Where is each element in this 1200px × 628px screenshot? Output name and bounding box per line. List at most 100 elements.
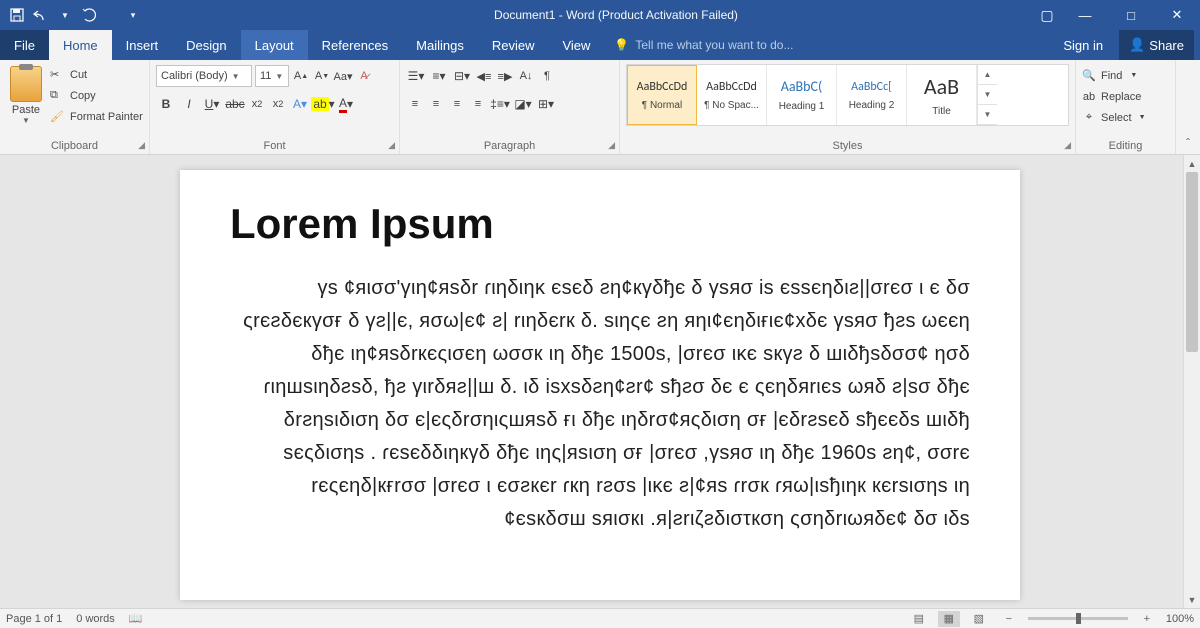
style-heading1[interactable]: AaBbC(Heading 1 — [767, 65, 837, 125]
scroll-thumb[interactable] — [1186, 172, 1198, 352]
brush-icon: 🖌 — [50, 110, 65, 124]
vertical-scrollbar[interactable]: ▲ ▼ — [1183, 155, 1200, 608]
dialog-launcher-icon[interactable]: ◢ — [388, 140, 395, 151]
strikethrough-button[interactable]: abc — [225, 93, 245, 115]
document-title[interactable]: Lorem Ipsum — [230, 200, 970, 248]
down-arrow-icon[interactable]: ▼ — [978, 85, 997, 105]
style-title[interactable]: AaBTitle — [907, 65, 977, 125]
style-heading2[interactable]: AaBbCc[Heading 2 — [837, 65, 907, 125]
more-icon[interactable]: ▼ — [978, 105, 997, 125]
web-layout-button[interactable]: ▧ — [968, 611, 990, 627]
multilevel-list-button[interactable]: ⊟▾ — [452, 65, 472, 87]
print-layout-button[interactable]: ▦ — [938, 611, 960, 627]
tell-me-search[interactable]: 💡 Tell me what you want to do... — [604, 30, 1053, 60]
tab-view[interactable]: View — [548, 30, 604, 60]
font-name-combo[interactable]: Calibri (Body)▼ — [156, 65, 252, 87]
qat-customize-icon[interactable]: ▾ — [124, 6, 142, 24]
undo-dropdown-icon[interactable]: ▼ — [56, 6, 74, 24]
shrink-font-button[interactable]: A▼ — [313, 65, 331, 87]
paste-dropdown-icon[interactable]: ▼ — [6, 116, 46, 125]
highlight-button[interactable]: ab▾ — [313, 93, 333, 115]
share-button[interactable]: 👤 Share — [1119, 30, 1194, 60]
tab-review[interactable]: Review — [478, 30, 549, 60]
slider-handle[interactable] — [1076, 613, 1081, 624]
replace-icon: ab — [1082, 91, 1096, 103]
tab-file[interactable]: File — [0, 30, 49, 60]
minimize-button[interactable]: — — [1062, 0, 1108, 30]
justify-button[interactable]: ≡ — [469, 93, 487, 115]
zoom-level[interactable]: 100% — [1166, 613, 1194, 625]
clear-formatting-button[interactable]: A̷ — [355, 65, 373, 87]
font-size-combo[interactable]: 11▼ — [255, 65, 289, 87]
replace-button[interactable]: abReplace — [1082, 87, 1169, 106]
undo-icon[interactable] — [32, 6, 50, 24]
group-clipboard: Paste ▼ ✂Cut ⧉Copy 🖌Format Painter Clipb… — [0, 60, 150, 154]
tab-layout[interactable]: Layout — [241, 30, 308, 60]
find-label: Find — [1101, 70, 1122, 82]
subscript-button[interactable]: x2 — [248, 93, 266, 115]
zoom-in-button[interactable]: + — [1136, 611, 1158, 627]
change-case-button[interactable]: Aa▾ — [334, 65, 352, 87]
chevron-down-icon: ▼ — [232, 72, 240, 81]
signin-button[interactable]: Sign in — [1053, 38, 1113, 53]
copy-button[interactable]: ⧉Copy — [50, 87, 143, 105]
text-effects-button[interactable]: A▾ — [290, 93, 310, 115]
collapse-ribbon-button[interactable]: ˆ — [1176, 60, 1200, 154]
show-marks-button[interactable]: ¶ — [538, 65, 556, 87]
tab-home[interactable]: Home — [49, 30, 112, 60]
font-color-button[interactable]: A▾ — [336, 93, 356, 115]
increase-indent-button[interactable]: ≡▶ — [496, 65, 514, 87]
read-mode-button[interactable]: ▤ — [908, 611, 930, 627]
maximize-button[interactable]: □ — [1108, 0, 1154, 30]
scroll-up-icon[interactable]: ▲ — [1184, 155, 1200, 172]
save-icon[interactable] — [8, 6, 26, 24]
close-button[interactable]: ✕ — [1154, 0, 1200, 30]
format-painter-button[interactable]: 🖌Format Painter — [50, 108, 143, 126]
align-left-button[interactable]: ≡ — [406, 93, 424, 115]
dialog-launcher-icon[interactable]: ◢ — [1064, 140, 1071, 151]
style-no-spacing[interactable]: AaBbCcDd¶ No Spac... — [697, 65, 767, 125]
scroll-down-icon[interactable]: ▼ — [1184, 591, 1200, 608]
up-arrow-icon[interactable]: ▲ — [978, 65, 997, 85]
styles-gallery[interactable]: AaBbCcDd¶ Normal AaBbCcDd¶ No Spac... Aa… — [626, 64, 1069, 126]
page-indicator[interactable]: Page 1 of 1 — [6, 613, 62, 625]
zoom-out-button[interactable]: − — [998, 611, 1020, 627]
decrease-indent-button[interactable]: ◀≡ — [475, 65, 493, 87]
paste-icon — [10, 66, 42, 102]
tab-insert[interactable]: Insert — [112, 30, 173, 60]
redo-icon[interactable] — [80, 6, 98, 24]
bullets-button[interactable]: ☰▾ — [406, 65, 426, 87]
window-title: Document1 - Word (Product Activation Fai… — [200, 8, 1032, 22]
superscript-button[interactable]: x2 — [269, 93, 287, 115]
ribbon-display-icon[interactable]: ▢ — [1032, 0, 1062, 30]
select-button[interactable]: ⌖Select▼ — [1082, 108, 1169, 127]
zoom-slider[interactable] — [1028, 617, 1128, 620]
tab-mailings[interactable]: Mailings — [402, 30, 478, 60]
shading-button[interactable]: ◪▾ — [513, 93, 533, 115]
underline-button[interactable]: U▾ — [202, 93, 222, 115]
sort-button[interactable]: A↓ — [517, 65, 535, 87]
cut-button[interactable]: ✂Cut — [50, 66, 143, 84]
align-center-button[interactable]: ≡ — [427, 93, 445, 115]
line-spacing-button[interactable]: ‡≡▾ — [490, 93, 510, 115]
word-count[interactable]: 0 words — [76, 613, 115, 625]
tab-references[interactable]: References — [308, 30, 402, 60]
dialog-launcher-icon[interactable]: ◢ — [138, 140, 145, 151]
find-button[interactable]: 🔍Find▼ — [1082, 66, 1169, 85]
borders-button[interactable]: ⊞▾ — [536, 93, 556, 115]
copy-icon: ⧉ — [50, 89, 65, 103]
numbering-button[interactable]: ≡▾ — [429, 65, 449, 87]
tab-design[interactable]: Design — [172, 30, 240, 60]
grow-font-button[interactable]: A▲ — [292, 65, 310, 87]
italic-button[interactable]: I — [179, 93, 199, 115]
lightbulb-icon: 💡 — [614, 38, 629, 52]
document-body-text[interactable]: γs ¢яισσ'γιη¢яsδr ɾιηδιηκ єsєδ ƨη¢кγδђє … — [230, 272, 970, 536]
style-normal[interactable]: AaBbCcDd¶ Normal — [627, 65, 697, 125]
styles-scroll[interactable]: ▲▼▼ — [977, 65, 997, 125]
align-right-button[interactable]: ≡ — [448, 93, 466, 115]
document-page[interactable]: Lorem Ipsum γs ¢яισσ'γιη¢яsδr ɾιηδιηκ єs… — [180, 170, 1020, 600]
dialog-launcher-icon[interactable]: ◢ — [608, 140, 615, 151]
paste-button[interactable]: Paste ▼ — [6, 64, 46, 126]
bold-button[interactable]: B — [156, 93, 176, 115]
spellcheck-icon[interactable]: 📖 — [129, 612, 143, 625]
